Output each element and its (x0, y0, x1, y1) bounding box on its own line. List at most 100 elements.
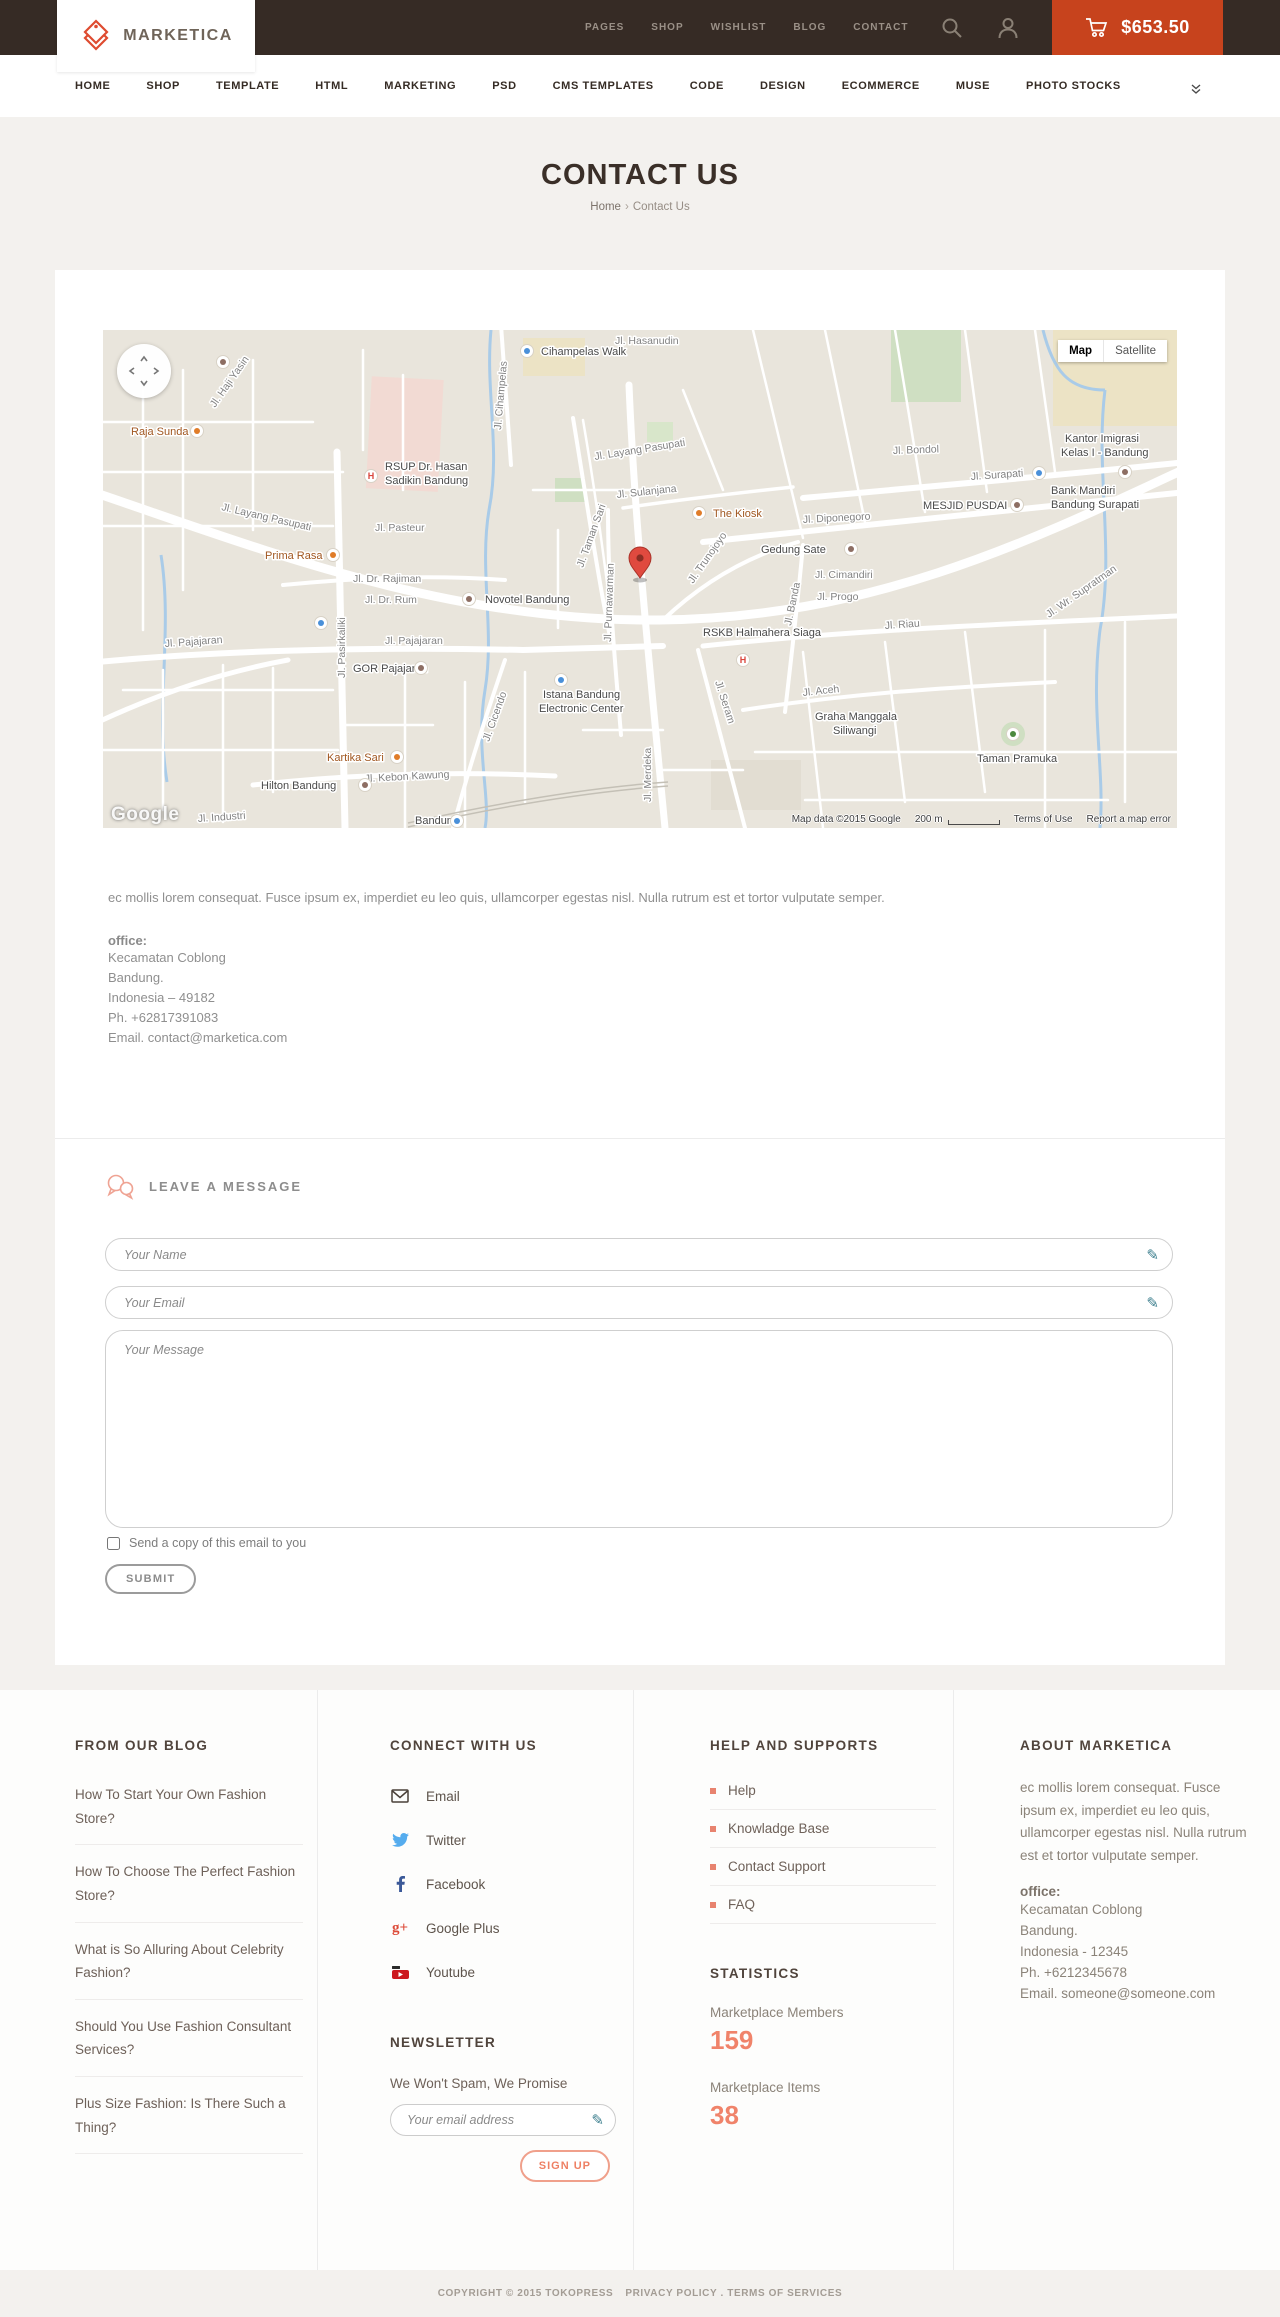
blog-post-link[interactable]: Should You Use Fashion Consultant Servic… (75, 2015, 303, 2077)
nav-item-shop[interactable]: SHOP (146, 80, 180, 92)
nav-item-html[interactable]: HTML (315, 80, 348, 92)
submit-button[interactable]: SUBMIT (105, 1564, 197, 1594)
topbar-link-blog[interactable]: BLOG (793, 22, 826, 33)
map-poi-restaurant-icon[interactable] (190, 424, 204, 438)
message-textarea[interactable] (105, 1330, 1173, 1528)
map-label: Jl. Pasteur (375, 522, 425, 534)
topbar-link-shop[interactable]: SHOP (651, 22, 683, 33)
google-logo[interactable]: Google (111, 804, 179, 826)
social-link-google-plus[interactable]: g+ Google Plus (390, 1913, 616, 1943)
nav-item-psd[interactable]: PSD (492, 80, 516, 92)
social-link-youtube[interactable]: Youtube (390, 1957, 616, 1987)
map-scale: 200 m (915, 814, 1000, 825)
map-poi-hospital-icon[interactable]: H (364, 469, 378, 483)
copyright-bar: COPYRIGHT © 2015 TOKOPRESS PRIVACY POLIC… (0, 2270, 1280, 2317)
social-link-twitter[interactable]: Twitter (390, 1825, 616, 1855)
office-line: Bandung. (1020, 1922, 1078, 1938)
help-link[interactable]: FAQ (710, 1897, 936, 1924)
office-label: office: (108, 932, 147, 948)
footer-blog-title: FROM OUR BLOG (75, 1738, 209, 1753)
stat-label: Marketplace Members (710, 2005, 844, 2020)
map-poi-park-icon[interactable] (1006, 727, 1020, 741)
map-pan-down-icon[interactable] (139, 380, 149, 391)
blog-post-link[interactable]: Plus Size Fashion: Is There Such a Thing… (75, 2092, 303, 2155)
footer-about-title: ABOUT MARKETICA (1020, 1738, 1173, 1753)
social-link-facebook[interactable]: Facebook (390, 1869, 616, 1899)
map-type-map-button[interactable]: Map (1058, 340, 1104, 362)
map-label: Hilton Bandung (261, 780, 336, 792)
map-poi-shop-icon[interactable] (1032, 466, 1046, 480)
map-label: RSKB Halmahera Siaga (703, 627, 822, 639)
chevron-down-icon[interactable] (1190, 81, 1202, 99)
map-poi-hotel-icon[interactable] (358, 778, 372, 792)
privacy-policy-link[interactable]: PRIVACY POLICY (625, 2288, 717, 2299)
search-icon[interactable] (941, 0, 963, 55)
terms-link[interactable]: TERMS OF SERVICES (727, 2288, 842, 2299)
map-poi-hotel-icon[interactable] (216, 355, 230, 369)
map-poi-hospital-icon[interactable]: H (736, 653, 750, 667)
account-icon[interactable] (998, 0, 1018, 55)
blog-post-link[interactable]: What is So Alluring About Celebrity Fash… (75, 1938, 303, 2000)
topbar-link-wishlist[interactable]: WISHLIST (711, 22, 767, 33)
map-poi-shop-icon[interactable] (314, 616, 328, 630)
map-label: Electronic Center (539, 703, 624, 715)
map-poi-restaurant-icon[interactable] (326, 548, 340, 562)
social-link-email[interactable]: Email (390, 1781, 616, 1811)
blog-post-link[interactable]: How To Start Your Own Fashion Store? (75, 1783, 303, 1846)
help-link[interactable]: Help (710, 1783, 936, 1810)
breadcrumb-home-link[interactable]: Home (590, 201, 621, 213)
map-poi-hotel-icon[interactable] (462, 592, 476, 606)
map-label: Jl. Dr. Rum (365, 594, 417, 606)
breadcrumb: Home › Contact Us (0, 201, 1280, 213)
office-line: Indonesia – 49182 (108, 989, 215, 1005)
nav-item-home[interactable]: HOME (75, 80, 110, 92)
map-label: Gedung Sate (761, 544, 826, 556)
map-label: Jl. Merdeka (642, 748, 654, 802)
map-pan-up-icon[interactable] (139, 351, 149, 362)
map-label: Prima Rasa (265, 550, 323, 562)
cart-button[interactable]: $653.50 (1052, 0, 1223, 55)
map-poi-shop-icon[interactable] (554, 673, 568, 687)
map-scale-label: 200 m (914, 814, 943, 825)
map-poi-station-icon[interactable] (450, 814, 464, 828)
map-report-link[interactable]: Report a map error (1087, 814, 1171, 825)
map-poi-shop-icon[interactable] (520, 344, 534, 358)
map-poi-mosque-icon[interactable] (1010, 498, 1024, 512)
map-terms-link[interactable]: Terms of Use (1014, 814, 1073, 825)
map-poi-landmark-icon[interactable] (1118, 465, 1132, 479)
nav-item-muse[interactable]: MUSE (956, 80, 990, 92)
map-pan-control[interactable] (117, 344, 171, 398)
help-label: Contact Support (728, 1859, 826, 1874)
nav-item-code[interactable]: CODE (690, 80, 724, 92)
send-copy-row[interactable]: Send a copy of this email to you (107, 1536, 306, 1550)
nav-item-cms-templates[interactable]: CMS TEMPLATES (553, 80, 654, 92)
send-copy-checkbox[interactable] (107, 1536, 120, 1550)
cart-total: $653.50 (1121, 17, 1190, 37)
signup-button[interactable]: SIGN UP (519, 2150, 610, 2182)
nav-item-photo-stocks[interactable]: PHOTO STOCKS (1026, 80, 1121, 92)
nav-item-design[interactable]: DESIGN (760, 80, 806, 92)
blog-post-link[interactable]: How To Choose The Perfect Fashion Store? (75, 1860, 303, 1923)
newsletter-email-input[interactable] (390, 2104, 616, 2136)
nav-item-ecommerce[interactable]: ECOMMERCE (842, 80, 920, 92)
name-input[interactable] (105, 1238, 1173, 1271)
map-pan-right-icon[interactable] (153, 366, 164, 376)
map-type-switcher: Map Satellite (1058, 340, 1167, 362)
email-input[interactable] (105, 1286, 1173, 1319)
square-bullet-icon (710, 1863, 716, 1870)
nav-item-template[interactable]: TEMPLATE (216, 80, 279, 92)
about-office-block: office: Kecamatan Coblong Bandung. Indon… (1020, 1884, 1248, 2004)
map-pan-left-icon[interactable] (124, 366, 135, 376)
map-type-satellite-button[interactable]: Satellite (1103, 340, 1167, 362)
map-poi-restaurant-icon[interactable] (692, 506, 706, 520)
topbar-link-contact[interactable]: CONTACT (853, 22, 908, 33)
map-poi-landmark-icon[interactable] (414, 661, 428, 675)
topbar-link-pages[interactable]: PAGES (585, 22, 624, 33)
help-link[interactable]: Knowladge Base (710, 1821, 936, 1848)
help-link[interactable]: Contact Support (710, 1859, 936, 1886)
map-poi-restaurant-icon[interactable] (390, 750, 404, 764)
brand-logo[interactable]: MARKETICA (57, 0, 255, 72)
map[interactable]: Jl. Layang Pasupati Jl. Pasteur Jl. Layang… (103, 330, 1177, 828)
map-poi-landmark-icon[interactable] (844, 542, 858, 556)
nav-item-marketing[interactable]: MARKETING (384, 80, 456, 92)
